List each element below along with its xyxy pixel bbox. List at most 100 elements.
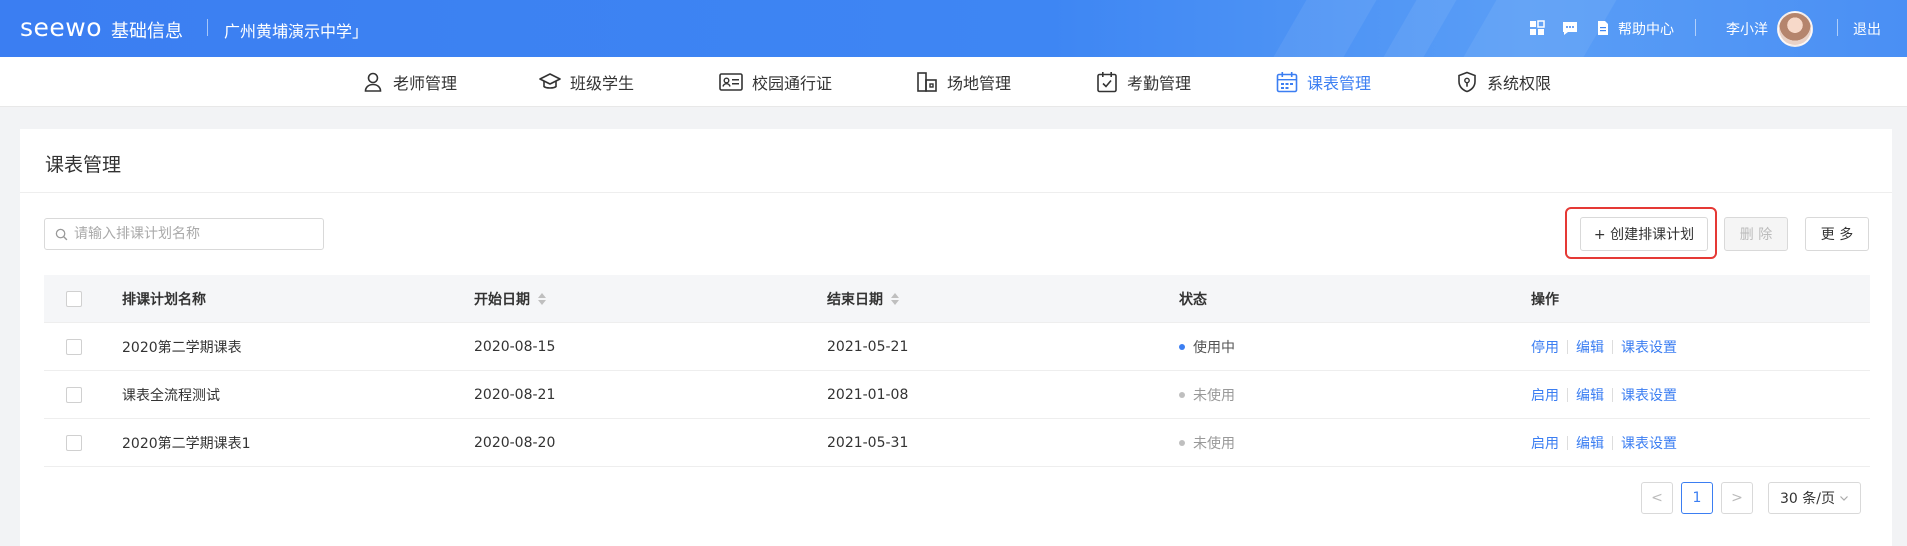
table-row: 课表全流程测试 2020-08-21 2021-01-08 未使用 启用 编辑 … [44, 371, 1870, 419]
nav-label: 场地管理 [947, 74, 1012, 93]
school-name[interactable]: 广州黄埔演示中学」 [224, 18, 368, 42]
row-checkbox[interactable] [66, 387, 82, 403]
nav-label: 课表管理 [1307, 74, 1372, 93]
table-row: 2020第二学期课表1 2020-08-20 2021-05-31 未使用 启用… [44, 419, 1870, 467]
timetable-settings-link[interactable]: 课表设置 [1621, 385, 1677, 405]
header-decoration [1273, 0, 1377, 57]
schedule-name: 2020第二学期课表1 [122, 436, 251, 452]
sort-icon[interactable] [538, 293, 546, 305]
column-header-actions: 操作 [1531, 292, 1559, 308]
more-button[interactable]: 更 多 [1805, 217, 1869, 251]
row-actions: 启用 编辑 课表设置 [1531, 371, 1677, 419]
toggle-link[interactable]: 停用 [1531, 337, 1559, 357]
end-date: 2021-05-21 [827, 339, 909, 355]
nav-item-teachers[interactable]: 老师管理 [362, 57, 457, 107]
page-title: 课表管理 [45, 154, 122, 176]
search-box[interactable] [44, 218, 324, 250]
end-date: 2021-05-31 [827, 435, 909, 451]
avatar[interactable] [1777, 11, 1813, 47]
toggle-link[interactable]: 启用 [1531, 433, 1559, 453]
action-divider [1567, 340, 1568, 354]
seewo-logo: seewo [20, 13, 103, 42]
page-size-select[interactable]: 30 条/页 [1768, 482, 1861, 514]
timetable-settings-link[interactable]: 课表设置 [1621, 433, 1677, 453]
start-date: 2020-08-21 [474, 387, 556, 403]
page-number-current[interactable]: 1 [1681, 482, 1713, 514]
select-all-checkbox[interactable] [66, 291, 82, 307]
create-schedule-button[interactable]: + 创建排课计划 [1580, 217, 1708, 251]
column-header-name: 排课计划名称 [122, 292, 206, 308]
column-header-label: 开始日期 [474, 292, 530, 308]
nav-label: 系统权限 [1487, 74, 1552, 93]
prev-page-button[interactable]: < [1641, 482, 1673, 514]
row-checkbox[interactable] [66, 339, 82, 355]
timetable-settings-link[interactable]: 课表设置 [1621, 337, 1677, 357]
nav-item-timetable[interactable]: 课表管理 [1276, 57, 1371, 107]
header-divider [207, 19, 208, 36]
status-text: 使用中 [1193, 340, 1235, 356]
action-divider [1567, 388, 1568, 402]
schedule-name: 课表全流程测试 [122, 388, 220, 404]
column-header-start[interactable]: 开始日期 [474, 275, 546, 323]
header-decoration [1383, 0, 1457, 57]
nav-item-campus-pass[interactable]: 校园通行证 [719, 57, 832, 107]
select-all-checkbox-cell [66, 275, 82, 323]
teacher-icon [364, 72, 382, 92]
chevron-down-icon [1840, 496, 1848, 501]
status-badge: 使用中 [1179, 323, 1235, 371]
nav-label: 班级学生 [570, 74, 635, 93]
row-checkbox-cell [66, 419, 82, 467]
column-header-status: 状态 [1179, 292, 1207, 308]
delete-button[interactable]: 删 除 [1724, 217, 1788, 251]
action-divider [1612, 340, 1613, 354]
end-date: 2021-01-08 [827, 387, 909, 403]
start-date: 2020-08-15 [474, 339, 556, 355]
column-header-end[interactable]: 结束日期 [827, 275, 899, 323]
action-divider [1567, 436, 1568, 450]
nav-label: 老师管理 [393, 74, 458, 93]
logout-link[interactable]: 退出 [1853, 19, 1881, 39]
status-badge: 未使用 [1179, 371, 1235, 419]
row-checkbox-cell [66, 323, 82, 371]
edit-link[interactable]: 编辑 [1576, 433, 1604, 453]
nav-item-classes[interactable]: 班级学生 [539, 57, 634, 107]
status-dot [1179, 344, 1185, 350]
building-icon [917, 72, 937, 92]
help-center-link[interactable]: 帮助中心 [1618, 19, 1674, 39]
table-header: 排课计划名称 开始日期 结束日期 状态 操作 [44, 275, 1870, 323]
next-page-button[interactable]: > [1721, 482, 1753, 514]
message-icon[interactable] [1562, 20, 1578, 36]
sort-icon[interactable] [891, 293, 899, 305]
nav-item-permissions[interactable]: 系统权限 [1456, 57, 1551, 107]
row-actions: 停用 编辑 课表设置 [1531, 323, 1677, 371]
graduation-cap-icon [539, 73, 561, 89]
status-text: 未使用 [1193, 436, 1235, 452]
divider [20, 192, 1892, 193]
column-header-label: 结束日期 [827, 292, 883, 308]
edit-link[interactable]: 编辑 [1576, 337, 1604, 357]
start-date: 2020-08-20 [474, 435, 556, 451]
action-divider [1612, 436, 1613, 450]
main-nav: 老师管理 班级学生 校园通行证 场地管理 考勤管理 课表管理 系统权限 [0, 57, 1907, 107]
header-divider [1837, 19, 1838, 36]
row-checkbox-cell [66, 371, 82, 419]
grid-icon[interactable] [1529, 20, 1545, 36]
nav-item-venues[interactable]: 场地管理 [916, 57, 1011, 107]
row-checkbox[interactable] [66, 435, 82, 451]
edit-link[interactable]: 编辑 [1576, 385, 1604, 405]
shield-icon [1458, 71, 1476, 93]
user-name[interactable]: 李小洋 [1726, 19, 1768, 39]
toggle-link[interactable]: 启用 [1531, 385, 1559, 405]
status-dot [1179, 392, 1185, 398]
nav-item-attendance[interactable]: 考勤管理 [1096, 57, 1191, 107]
id-card-icon [719, 73, 743, 91]
row-actions: 启用 编辑 课表设置 [1531, 419, 1677, 467]
document-icon[interactable] [1595, 20, 1611, 36]
attendance-icon [1097, 72, 1117, 93]
header-divider [1695, 19, 1696, 36]
timetable-panel: 课表管理 + 创建排课计划 删 除 更 多 排课计划名称 开始日期 结束日期 状… [20, 129, 1892, 546]
search-input[interactable] [74, 226, 304, 242]
status-text: 未使用 [1193, 388, 1235, 404]
page-size-value: 30 条/页 [1780, 491, 1835, 507]
calendar-icon [1276, 72, 1298, 93]
